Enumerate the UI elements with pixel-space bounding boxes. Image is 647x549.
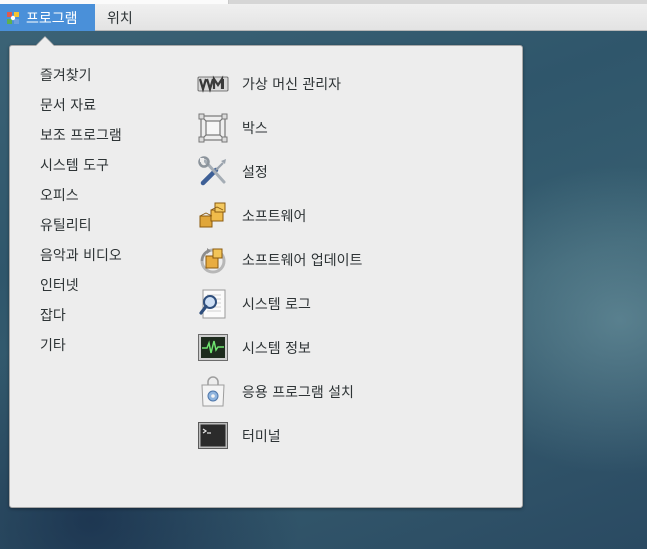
app-item-software-update[interactable]: 소프트웨어 업데이트 — [197, 243, 362, 277]
category-other[interactable]: 기타 — [40, 336, 66, 356]
category-favorites[interactable]: 즐겨찾기 — [40, 66, 92, 86]
package-installer-icon — [201, 376, 225, 407]
app-item-settings[interactable]: 설정 — [197, 155, 268, 189]
category-internet[interactable]: 인터넷 — [40, 276, 79, 296]
app-label: 소프트웨어 — [242, 209, 307, 225]
top-panel: 프로그램 위치 — [0, 0, 647, 31]
category-system-tools[interactable]: 시스템 도구 — [40, 156, 109, 176]
vmm-icon — [197, 75, 229, 93]
category-documentation[interactable]: 문서 자료 — [40, 96, 96, 116]
system-log-icon — [199, 289, 226, 319]
app-item-system-monitor[interactable]: 시스템 정보 — [197, 331, 311, 365]
places-menu-label: 위치 — [107, 10, 133, 27]
app-item-software[interactable]: 소프트웨어 — [197, 199, 306, 233]
places-menu-button[interactable]: 위치 — [99, 4, 141, 31]
app-item-terminal[interactable]: 터미널 — [197, 419, 281, 453]
software-icon — [199, 202, 226, 228]
terminal-icon — [198, 422, 228, 449]
category-sundry[interactable]: 잡다 — [40, 306, 66, 326]
app-label: 터미널 — [242, 429, 281, 445]
applications-menu-label: 프로그램 — [26, 10, 78, 27]
category-utilities[interactable]: 유틸리티 — [40, 216, 92, 236]
applications-icon — [7, 11, 19, 24]
app-label: 소프트웨어 업데이트 — [242, 253, 363, 269]
settings-icon — [198, 156, 226, 186]
app-label: 설정 — [242, 165, 268, 181]
app-label: 시스템 정보 — [242, 341, 311, 357]
boxes-icon — [198, 113, 228, 143]
app-item-system-log[interactable]: 시스템 로그 — [197, 287, 311, 321]
app-label: 가상 머신 관리자 — [242, 77, 342, 93]
app-item-boxes[interactable]: 박스 — [197, 111, 268, 145]
software-update-icon — [200, 248, 226, 274]
system-monitor-icon — [198, 334, 228, 361]
popup-arrow — [36, 37, 54, 46]
category-office[interactable]: 오피스 — [40, 186, 79, 206]
app-item-package-installer[interactable]: 응용 프로그램 설치 — [197, 375, 354, 409]
applications-menu-button[interactable]: 프로그램 — [0, 4, 95, 31]
app-label: 응용 프로그램 설치 — [242, 385, 354, 401]
app-label: 시스템 로그 — [242, 297, 311, 313]
app-label: 박스 — [242, 121, 268, 137]
category-sound-video[interactable]: 음악과 비디오 — [40, 246, 122, 266]
app-item-virt-manager[interactable]: 가상 머신 관리자 — [197, 67, 341, 101]
category-accessories[interactable]: 보조 프로그램 — [40, 126, 122, 146]
